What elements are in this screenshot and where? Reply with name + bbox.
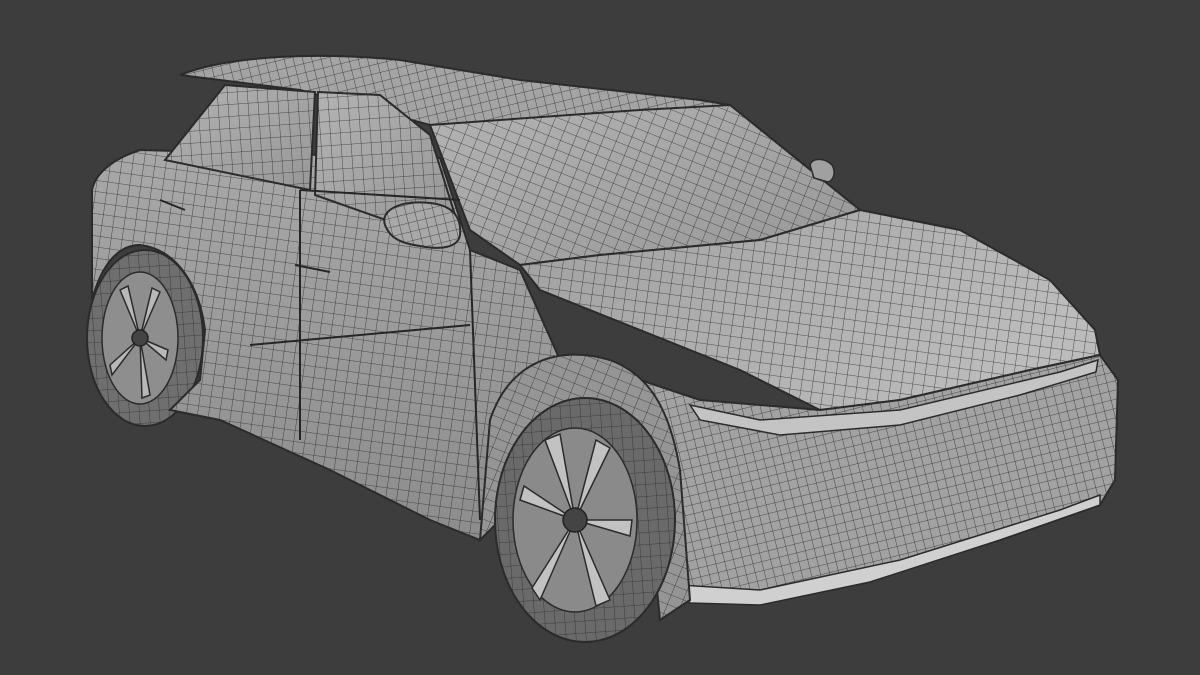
front-hub-icon <box>562 507 588 533</box>
far-side-mirror <box>809 158 835 183</box>
rear-hub-icon <box>131 329 149 347</box>
3d-viewport[interactable] <box>0 0 1200 675</box>
front-wheel[interactable] <box>494 397 676 643</box>
car-wireframe-model[interactable] <box>0 0 1200 675</box>
